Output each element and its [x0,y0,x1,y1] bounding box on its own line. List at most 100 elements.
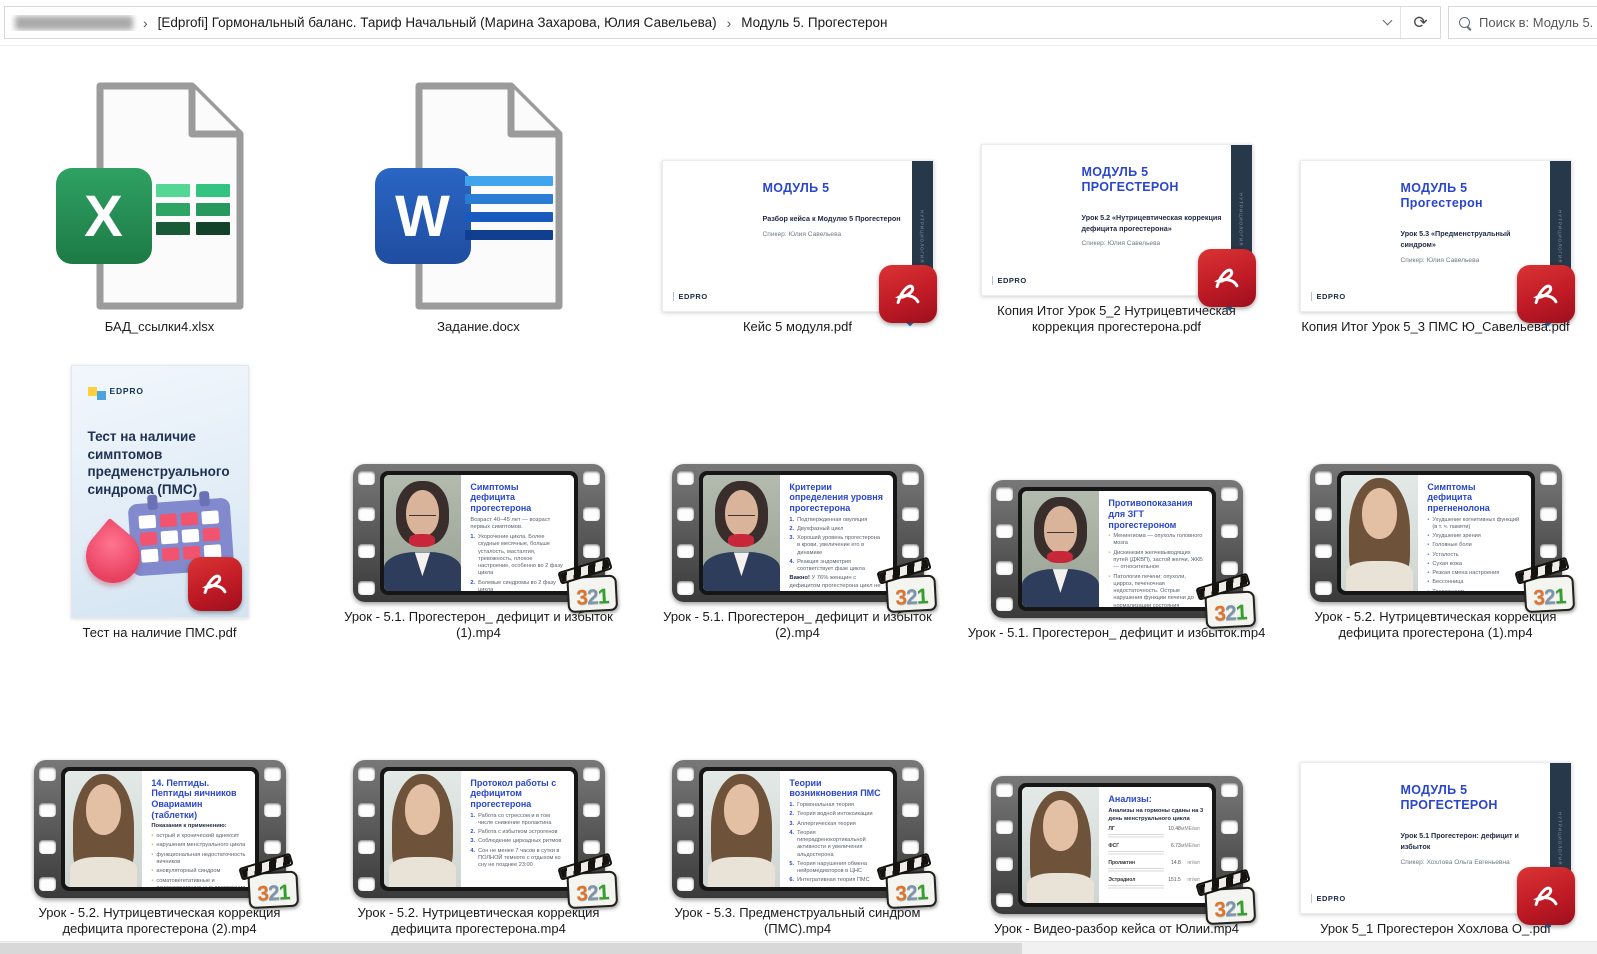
media-player-icon: 321 [559,564,617,613]
file-tile[interactable]: X [72,80,248,312]
list-text: Усталость [1432,552,1458,559]
breadcrumb-root-redacted[interactable] [15,16,133,30]
video-slide-title: Протокол работы с дефицитом прогестерона [470,778,565,810]
file-name-label: Урок - 5.2. Нутрицевтическая коррекция д… [9,905,311,938]
file-tile[interactable]: НУТРИЦИОЛОГИЯМОДУЛЬ 5Разбор кейса к Моду… [662,160,934,312]
mpc-321-digits: 321 [575,586,608,611]
sheet-bar [196,203,230,216]
hormone-value: 10.48 [1164,826,1180,832]
slide-subtitle: Урок 5.1 Прогестерон: дефицит и избыток [1401,831,1541,853]
calendar-knob [198,491,209,507]
speaker-face [1362,488,1398,539]
list-item: •Менингиома — опухоль головного мозга [1108,533,1203,548]
video-slide-intro: Возраст 40–45 лет — возраст первых симпт… [470,517,565,532]
sprocket-hole [677,767,694,781]
mpc-321-digits: 321 [256,882,289,907]
sprocket-hole [358,507,375,521]
file-cell: Теории возникновения ПМС1.Гормональная т… [638,648,957,944]
file-tile[interactable]: EDPROТест на наличие симптомов предменст… [71,365,249,618]
scrollbar-thumb[interactable] [0,943,1022,954]
file-tile[interactable]: НУТРИЦИОЛОГИЯМОДУЛЬ 5 ПрогестеронУрок 5.… [1300,160,1572,312]
list-item: 1.Работа со стрессом и в том числе сниже… [470,813,565,828]
file-cell: НУТРИЦИОЛОГИЯМОДУЛЬ 5 ПрогестеронУрок 5.… [1276,52,1595,342]
list-text: Работа с избытком эстрогенов [478,829,557,836]
edpro-logo: EDPRO [1311,894,1346,903]
video-frame: Протокол работы с дефицитом прогестерона… [384,771,574,887]
text-line [465,194,553,204]
list-item: •Усталость [1427,552,1522,559]
speaker-scarf [409,534,435,547]
pdf-file-icon [1198,249,1256,307]
file-cell: НУТРИЦИОЛОГИЯМОДУЛЬ 5 ПРОГЕСТЕРОНУрок 5.… [1276,648,1595,944]
list-marker: 4. [789,559,794,574]
file-tile[interactable]: Критерии определения уровня прогестерона… [672,464,924,602]
sprocket-hole [677,544,694,558]
file-tile[interactable]: 14. Пептиды. Пептиды яичников Овариамин … [34,760,286,898]
refresh-button[interactable]: ⟳ [1400,7,1440,38]
search-box[interactable] [1448,6,1597,39]
video-screen: Критерии определения уровня прогестерона… [699,471,897,595]
breadcrumb-separator: › [143,15,148,31]
video-frame: Теории возникновения ПМС1.Гормональная т… [703,771,893,887]
file-tile[interactable]: W [391,80,567,312]
file-tile[interactable]: Противопоказания для ЗГТ прогестероном•М… [991,480,1243,618]
speaker-photo [703,475,781,591]
file-cell: НУТРИЦИОЛОГИЯМОДУЛЬ 5 ПРОГЕСТЕРОНУрок 5.… [957,52,1276,342]
hormone-value: 14.8 [1164,860,1180,866]
list-text: Укорочение цикла. Более скудные месячные… [478,534,565,578]
list-text: Ухудшение когнитивных функций (в т. ч. п… [1432,517,1522,532]
file-cell: Анализы:Анализы на гормоны сданы на 3 де… [957,648,1276,944]
refresh-icon: ⟳ [1413,13,1427,33]
file-tile[interactable]: Теории возникновения ПМС1.Гормональная т… [672,760,924,898]
video-filmstrip-thumbnail: Анализы:Анализы на гормоны сданы на 3 де… [991,776,1243,914]
edpro-logo: EDPRO [673,292,708,301]
video-slide-content: Критерии определения уровня прогестерона… [780,475,892,591]
list-item: •Головные боли [1427,542,1522,549]
speaker-face [405,784,441,835]
slide-band-text: НУТРИЦИОЛОГИЯ [1239,193,1244,246]
sprocket-hole [358,803,375,817]
list-marker: 1. [789,517,794,524]
file-tile[interactable]: Симптомы дефицита прегненолона•Ухудшение… [1310,464,1562,602]
search-input[interactable] [1479,15,1597,30]
list-marker: • [1427,517,1429,532]
sprocket-hole [996,524,1013,538]
list-item: 3.Хороший уровень прогестерона в крови, … [789,535,884,557]
file-cell: Противопоказания для ЗГТ прогестероном•М… [957,342,1276,648]
table-row: ЛГ10.48мМЕ/мл [1108,826,1199,839]
media-player-icon: 321 [1197,877,1255,926]
address-bar[interactable]: › [Edprofi] Гормональный баланс. Тариф Н… [4,6,1441,39]
calendar-cell [180,512,198,526]
file-tile[interactable]: НУТРИЦИОЛОГИЯМОДУЛЬ 5 ПРОГЕСТЕРОНУрок 5.… [981,144,1253,296]
list-item: 2.Двухфазный цикл [789,526,884,533]
file-tile[interactable]: Протокол работы с дефицитом прогестерона… [353,760,605,898]
address-dropdown-button[interactable] [1374,7,1400,38]
breadcrumb-module[interactable]: Модуль 5. Прогестерон [741,15,887,30]
file-tile[interactable]: Симптомы дефицита прогестеронаВозраст 40… [353,464,605,602]
sprocket-hole [358,767,375,781]
list-item: 2.Болевые синдромы во 2 фазу цикла [470,580,565,591]
list-text: ановуляторный синдром [156,868,220,875]
pdf-poster-thumbnail: EDPROТест на наличие симптомов предменст… [71,365,249,618]
sprocket-hole [583,767,600,781]
file-tile[interactable]: Анализы:Анализы на гормоны сданы на 3 де… [991,776,1243,914]
breadcrumb-course[interactable]: [Edprofi] Гормональный баланс. Тариф Нач… [158,15,717,30]
video-screen: Протокол работы с дефицитом прогестерона… [380,767,578,891]
video-slide-list: •Менингиома — опухоль головного мозга•Ди… [1108,533,1203,607]
list-item: 1.Укорочение цикла. Более скудные месячн… [470,534,565,578]
file-tile[interactable]: НУТРИЦИОЛОГИЯМОДУЛЬ 5 ПРОГЕСТЕРОНУрок 5.… [1300,762,1572,914]
word-file-icon: W [391,80,567,312]
filmstrip-holes-left [677,767,694,891]
hormone-unit: мМЕ/мл [1181,826,1200,832]
slide-title: МОДУЛЬ 5 Прогестерон [1401,181,1541,211]
pdf-file-icon [879,265,937,323]
slide-band-text: НУТРИЦИОЛОГИЯ [1558,812,1563,865]
sprocket-hole [902,544,919,558]
glasses-icon [1047,525,1073,533]
sprocket-hole [583,507,600,521]
video-slide-title: Теории возникновения ПМС [789,778,884,799]
list-item: 5.Теория нарушения обмена нейромедиаторо… [789,861,884,876]
video-slide-content: 14. Пептиды. Пептиды яичников Овариамин … [142,771,254,887]
horizontal-scrollbar[interactable] [0,941,1597,954]
video-slide-intro: Показания к применению: [151,823,246,831]
